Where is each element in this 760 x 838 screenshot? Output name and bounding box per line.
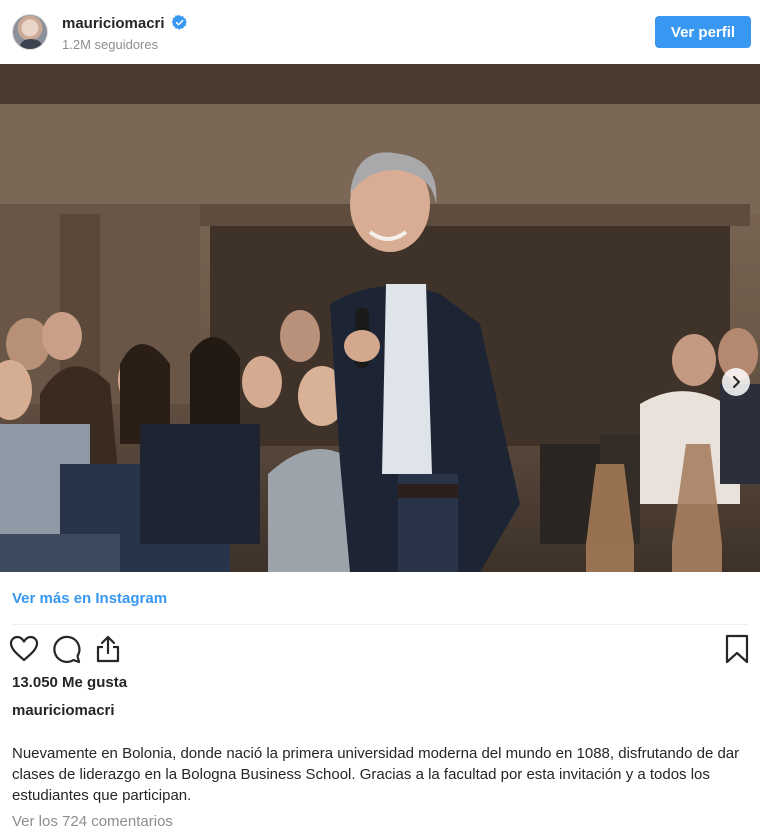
- view-comments-link[interactable]: Ver los 724 comentarios: [12, 813, 173, 830]
- share-button[interactable]: [93, 634, 123, 664]
- view-more-on-instagram-link[interactable]: Ver más en Instagram: [12, 590, 167, 607]
- instagram-embed: mauriciomacri 1.2M seguidores Ver perfil: [0, 0, 760, 838]
- username[interactable]: mauriciomacri: [62, 15, 165, 32]
- save-button[interactable]: [722, 634, 752, 664]
- comment-icon: [53, 635, 81, 664]
- view-profile-button[interactable]: Ver perfil: [655, 16, 751, 48]
- post-photo-illustration: [0, 64, 760, 572]
- comment-button[interactable]: [51, 634, 81, 664]
- divider: [12, 624, 748, 625]
- share-icon: [96, 635, 120, 663]
- post-header: mauriciomacri 1.2M seguidores Ver perfil: [0, 0, 760, 64]
- like-button[interactable]: [9, 634, 39, 664]
- verified-badge-icon: [172, 15, 187, 30]
- next-slide-button[interactable]: [722, 368, 750, 396]
- avatar[interactable]: [12, 14, 48, 50]
- caption-text: Nuevamente en Bolonia, donde nació la pr…: [12, 745, 740, 804]
- chevron-right-icon: [733, 376, 740, 388]
- post-image[interactable]: [0, 64, 760, 572]
- heart-icon: [9, 635, 39, 662]
- likes-count[interactable]: 13.050 Me gusta: [12, 674, 127, 691]
- caption-username[interactable]: mauriciomacri: [12, 702, 115, 719]
- bookmark-icon: [725, 634, 749, 664]
- followers-count: 1.2M seguidores: [62, 37, 159, 52]
